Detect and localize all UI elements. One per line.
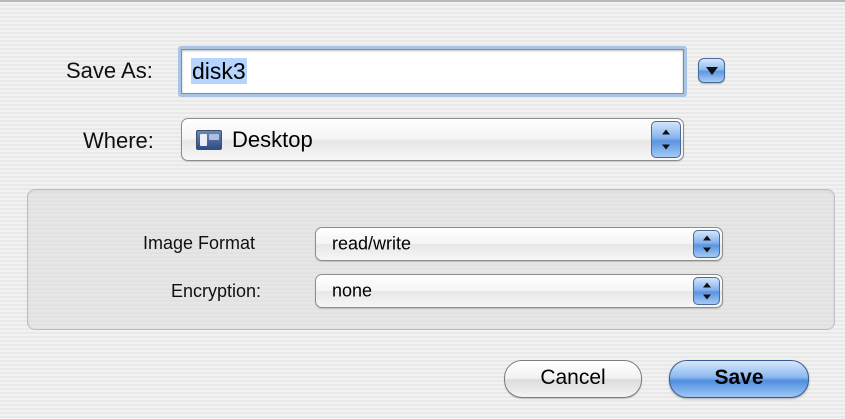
arrow-up-icon (702, 235, 711, 241)
cancel-button[interactable]: Cancel (504, 360, 642, 398)
popup-arrows-icon (693, 277, 720, 305)
arrow-up-icon (702, 282, 711, 288)
arrow-down-icon (702, 294, 711, 300)
arrow-up-icon (662, 129, 670, 135)
desktop-folder-icon (196, 129, 222, 150)
where-popup[interactable]: Desktop (181, 118, 684, 161)
arrow-down-icon (702, 247, 711, 253)
disclosure-triangle-icon (706, 67, 718, 75)
popup-arrows-icon (693, 230, 720, 258)
expand-dialog-button[interactable] (698, 58, 725, 83)
popup-arrows-icon (651, 121, 681, 158)
save-button[interactable]: Save (669, 360, 809, 398)
image-format-label: Image Format (143, 233, 256, 253)
save-dialog: Save As: disk3 Where: Desktop Image Form… (0, 0, 845, 419)
image-format-value: read/write (332, 233, 412, 254)
encryption-value: none (332, 280, 373, 301)
where-value: Desktop (232, 126, 313, 152)
encryption-label: Encryption: (171, 281, 262, 301)
arrow-down-icon (662, 144, 670, 150)
image-format-popup[interactable]: read/write (315, 227, 723, 261)
filename-value[interactable]: disk3 (191, 58, 247, 84)
encryption-popup[interactable]: none (315, 274, 723, 308)
where-label: Where: (83, 128, 154, 153)
filename-input[interactable]: disk3 (181, 49, 684, 94)
save-as-label: Save As: (66, 58, 153, 83)
